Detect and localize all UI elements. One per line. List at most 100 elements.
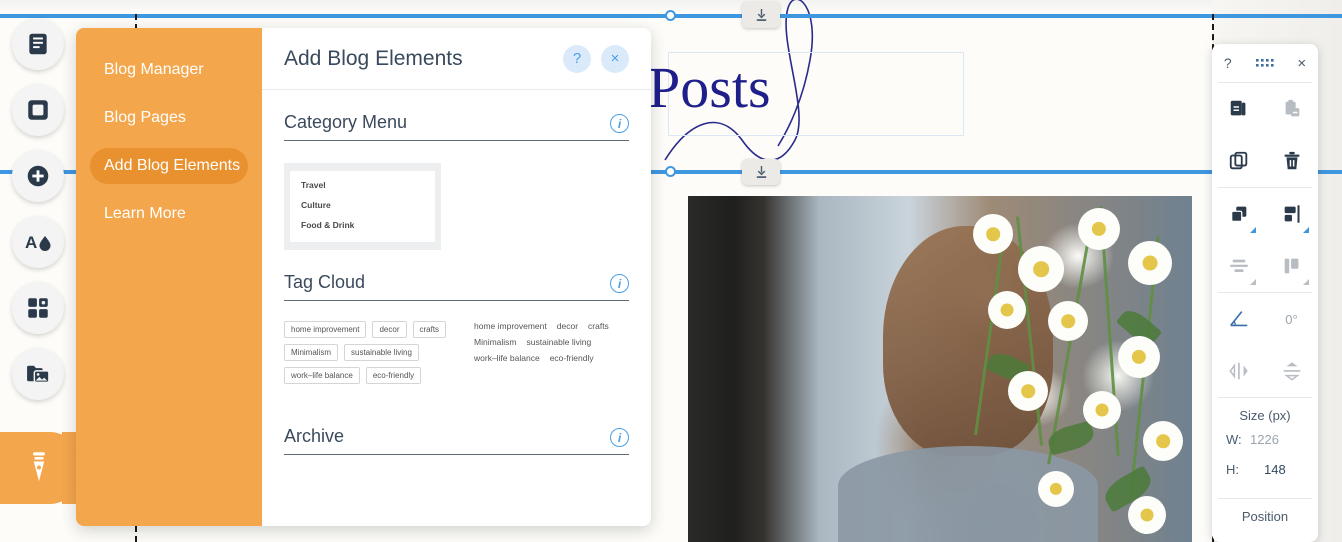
- drag-grip-icon[interactable]: [1255, 58, 1274, 68]
- delete-icon: [1284, 151, 1299, 170]
- flip-vertical-button: [1265, 345, 1318, 397]
- apps-icon: [28, 298, 48, 318]
- nav-item-learn-more[interactable]: Learn More: [90, 196, 248, 232]
- add-icon: [27, 165, 49, 187]
- element-toolbar[interactable]: ? × 0° Size (px) W: 1226 H: 148 Position: [1212, 44, 1318, 542]
- tag-text: Minimalism: [474, 337, 517, 347]
- toolbar-arrange-group: [1212, 188, 1318, 292]
- panel-content: Category Menu i Travel Culture Food & Dr…: [262, 90, 651, 455]
- tag-chip: sustainable living: [344, 344, 419, 361]
- sidebar-item-blog[interactable]: [0, 432, 78, 504]
- toolbar-actions-group: [1212, 83, 1318, 187]
- rotate-button[interactable]: [1212, 293, 1265, 345]
- selection-handle[interactable]: [665, 10, 676, 21]
- svg-text:A: A: [25, 233, 37, 252]
- tag-text: decor: [556, 321, 579, 331]
- photo-daisy: [1018, 246, 1064, 292]
- expand-corner-icon: [1303, 227, 1309, 233]
- toolbar-help-button[interactable]: ?: [1224, 55, 1232, 71]
- tag-cloud-boxed-preview[interactable]: home improvement decor crafts Minimalism…: [284, 321, 447, 390]
- size-section-label: Size (px): [1239, 408, 1291, 423]
- duplicate-button[interactable]: [1212, 135, 1265, 187]
- tag-row: home improvement decor crafts: [284, 321, 447, 338]
- tag-chip: home improvement: [284, 321, 367, 338]
- copy-style-button[interactable]: [1212, 83, 1265, 135]
- photo-daisy: [1143, 421, 1183, 461]
- tag-chip: work–life balance: [284, 367, 360, 384]
- section-title-tag-cloud: Tag Cloud: [284, 272, 366, 292]
- height-label: H:: [1226, 462, 1239, 477]
- align-vertical-button: [1265, 240, 1318, 292]
- width-label: W:: [1226, 432, 1242, 447]
- tag-chip: decor: [372, 321, 407, 338]
- width-field[interactable]: W: 1226: [1212, 429, 1318, 450]
- photo-daisy: [1128, 241, 1172, 285]
- add-strip-button-top[interactable]: [742, 2, 780, 28]
- section-title-archive: Archive: [284, 426, 345, 446]
- height-value[interactable]: 148: [1250, 462, 1286, 477]
- category-menu-preview-inner: Travel Culture Food & Drink: [290, 171, 435, 242]
- sidebar-item-add[interactable]: [12, 150, 64, 202]
- tag-cloud-previews: home improvement decor crafts Minimalism…: [284, 321, 629, 390]
- flip-horizontal-button: [1212, 345, 1265, 397]
- category-item: Food & Drink: [301, 220, 355, 230]
- help-button[interactable]: ?: [563, 44, 591, 73]
- close-button[interactable]: ×: [601, 44, 629, 73]
- design-icon: A: [25, 233, 51, 252]
- distribute-vertical-icon: [1229, 259, 1248, 273]
- height-field[interactable]: H: 148: [1212, 450, 1318, 480]
- tag-cloud-plain-preview[interactable]: home improvement decor crafts Minimalism…: [474, 321, 629, 390]
- tag-chip: eco-friendly: [365, 367, 422, 384]
- sidebar-item-apps[interactable]: [12, 282, 64, 334]
- page-heading[interactable]: Posts: [648, 54, 771, 121]
- add-blog-elements-panel[interactable]: Blog Manager Blog Pages Add Blog Element…: [76, 28, 651, 526]
- arrange-order-button[interactable]: [1212, 188, 1265, 240]
- tag-text: work–life balance: [474, 353, 540, 363]
- tag-row: Minimalism sustainable living: [474, 337, 629, 347]
- photo-daisy: [1008, 371, 1048, 411]
- sidebar-item-pages[interactable]: [12, 18, 64, 70]
- nav-item-add-blog-elements[interactable]: Add Blog Elements: [90, 148, 248, 184]
- selection-handle[interactable]: [665, 166, 676, 177]
- sidebar-item-media[interactable]: [12, 348, 64, 400]
- photo-daisy: [1078, 208, 1120, 250]
- panel-title: Add Blog Elements: [284, 46, 463, 70]
- nav-item-blog-pages[interactable]: Blog Pages: [90, 100, 248, 136]
- category-menu-preview[interactable]: Travel Culture Food & Drink: [284, 163, 441, 250]
- category-item: Travel: [301, 180, 326, 190]
- rotate-angle-value[interactable]: 0°: [1265, 293, 1318, 345]
- sidebar-item-design[interactable]: A: [12, 216, 64, 268]
- info-icon-tag-cloud[interactable]: i: [610, 274, 629, 293]
- left-toolbar[interactable]: A: [0, 18, 92, 542]
- info-icon-archive[interactable]: i: [610, 428, 629, 447]
- panel-main: Add Blog Elements ? × Category Menu i Tr…: [262, 28, 651, 526]
- delete-button[interactable]: [1265, 135, 1318, 187]
- copy-style-icon: [1230, 100, 1245, 116]
- tag-text: crafts: [588, 321, 609, 331]
- align-horizontal-button[interactable]: [1265, 188, 1318, 240]
- section-header-archive: Archive i: [284, 390, 629, 455]
- distribute-vertical-button: [1212, 240, 1265, 292]
- media-icon: [26, 365, 50, 384]
- panel-nav[interactable]: Blog Manager Blog Pages Add Blog Element…: [76, 28, 262, 526]
- photo-daisy: [988, 291, 1026, 329]
- nav-item-blog-manager[interactable]: Blog Manager: [90, 52, 248, 88]
- section-header-tag-cloud: Tag Cloud i: [284, 250, 629, 301]
- background-icon: [28, 100, 48, 120]
- canvas-image[interactable]: [688, 196, 1192, 542]
- section-header-category-menu: Category Menu i: [284, 90, 629, 141]
- width-value[interactable]: 1226: [1250, 432, 1279, 447]
- photo-daisy: [973, 214, 1013, 254]
- tag-text: sustainable living: [526, 337, 592, 347]
- add-strip-button-middle[interactable]: [742, 159, 780, 185]
- duplicate-icon: [1229, 151, 1247, 170]
- flip-vertical-icon: [1283, 362, 1300, 381]
- sidebar-item-background[interactable]: [12, 84, 64, 136]
- info-icon-category-menu[interactable]: i: [610, 114, 629, 133]
- expand-corner-icon: [1250, 279, 1256, 285]
- tag-chip: Minimalism: [284, 344, 338, 361]
- flip-horizontal-icon: [1228, 362, 1248, 380]
- toolbar-close-button[interactable]: ×: [1297, 55, 1306, 72]
- align-vertical-icon: [1284, 258, 1298, 274]
- category-item: Culture: [301, 200, 331, 210]
